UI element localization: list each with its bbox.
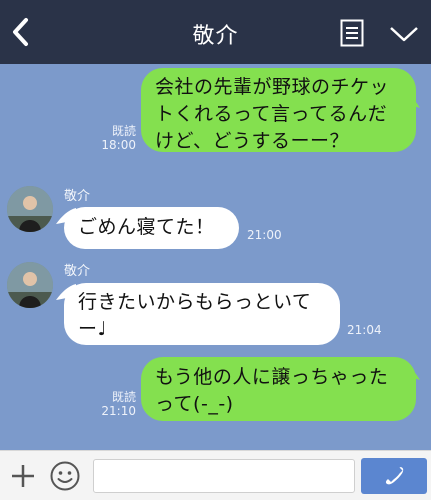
- chevron-down-icon[interactable]: [389, 24, 419, 44]
- message-bubble-sent[interactable]: 会社の先輩が野球のチケットくれるって言ってるんだけど、どうするーー？: [141, 68, 416, 152]
- smile-icon[interactable]: [49, 460, 81, 492]
- message-time: 21:04: [347, 323, 382, 337]
- message-time: 18:00: [101, 138, 136, 152]
- message-time: 21:00: [247, 228, 282, 242]
- menu-icon[interactable]: [340, 19, 364, 47]
- sender-name: 敬介: [64, 264, 91, 279]
- read-receipt: 既読: [111, 124, 136, 138]
- message-bubble-received[interactable]: 行きたいからもらっといてー♩: [64, 283, 340, 345]
- chat-header: 敬介: [0, 0, 431, 64]
- phone-icon: [385, 467, 404, 485]
- message-list[interactable]: 既読 18:00 会社の先輩が野球のチケットくれるって言ってるんだけど、どうする…: [0, 64, 431, 450]
- avatar[interactable]: [7, 186, 53, 232]
- chat-title: 敬介: [192, 24, 239, 49]
- call-button[interactable]: [361, 458, 427, 494]
- message-meta: 既読 21:10: [96, 390, 136, 418]
- message-bubble-received[interactable]: ごめん寝てた！: [64, 207, 239, 249]
- message-bubble-sent[interactable]: もう他の人に譲っちゃったって(-_-): [141, 357, 416, 421]
- plus-icon[interactable]: [9, 462, 37, 490]
- message-meta: 既読 18:00: [96, 124, 136, 152]
- avatar[interactable]: [7, 262, 53, 308]
- message-time: 21:10: [101, 404, 136, 418]
- input-bar: [0, 450, 431, 500]
- message-input[interactable]: [93, 459, 355, 493]
- read-receipt: 既読: [111, 390, 136, 404]
- sender-name: 敬介: [64, 189, 91, 204]
